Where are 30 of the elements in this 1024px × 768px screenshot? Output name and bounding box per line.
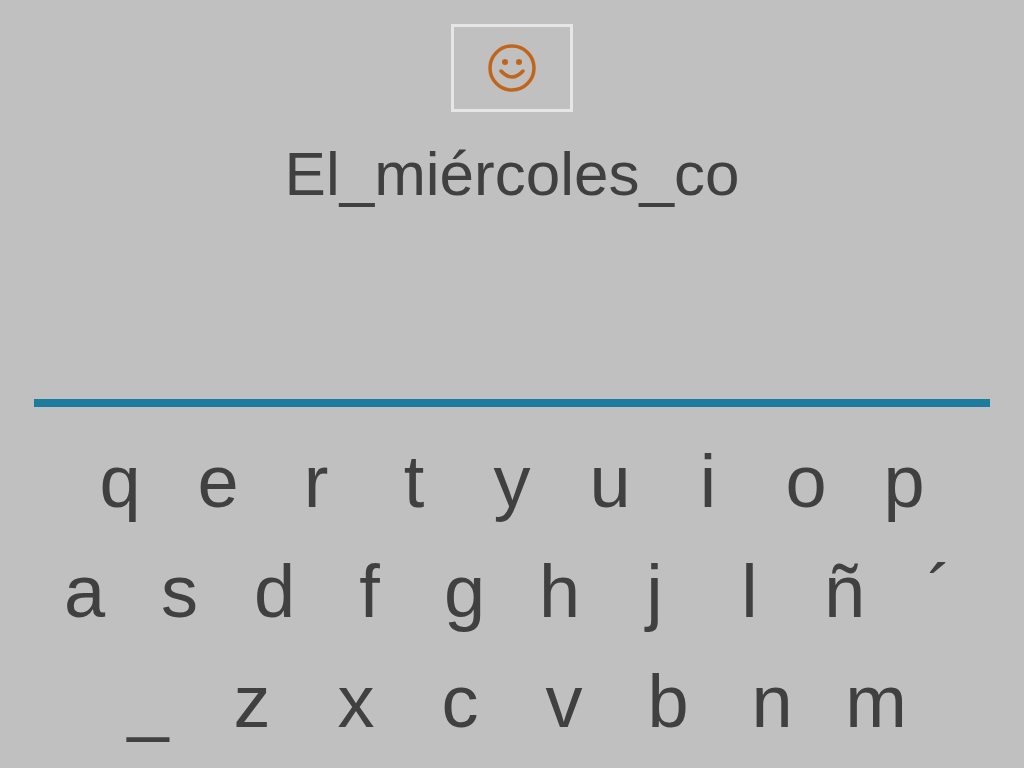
letter-key[interactable]: t — [365, 437, 463, 527]
smiley-icon — [487, 43, 537, 93]
letter-key[interactable]: b — [616, 657, 720, 747]
letter-key[interactable]: x — [304, 657, 408, 747]
letter-key[interactable]: u — [561, 437, 659, 527]
letter-key[interactable]: p — [855, 437, 953, 527]
letter-key[interactable]: d — [227, 547, 322, 637]
letter-key[interactable]: c — [408, 657, 512, 747]
letter-key[interactable]: m — [824, 657, 928, 747]
letter-key[interactable]: z — [200, 657, 304, 747]
letter-key[interactable]: ñ — [797, 547, 892, 637]
letter-key[interactable]: f — [322, 547, 417, 637]
letter-key[interactable]: j — [607, 547, 702, 637]
letter-key[interactable]: y — [463, 437, 561, 527]
letter-key[interactable]: _ — [96, 657, 200, 747]
letter-key[interactable]: n — [720, 657, 824, 747]
answer-text: El_miércoles_co — [284, 138, 740, 210]
smiley-button[interactable] — [451, 24, 573, 112]
letter-key[interactable]: l — [702, 547, 797, 637]
letter-key[interactable]: i — [659, 437, 757, 527]
letter-key[interactable]: a — [37, 547, 132, 637]
letter-key[interactable]: o — [757, 437, 855, 527]
letter-key[interactable]: h — [512, 547, 607, 637]
letter-key[interactable]: g — [417, 547, 512, 637]
letter-key[interactable]: q — [71, 437, 169, 527]
letter-key[interactable]: r — [267, 437, 365, 527]
letter-key[interactable]: ´ — [892, 547, 987, 637]
letter-key[interactable]: s — [132, 547, 227, 637]
letter-key[interactable]: e — [169, 437, 267, 527]
letter-key[interactable]: v — [512, 657, 616, 747]
